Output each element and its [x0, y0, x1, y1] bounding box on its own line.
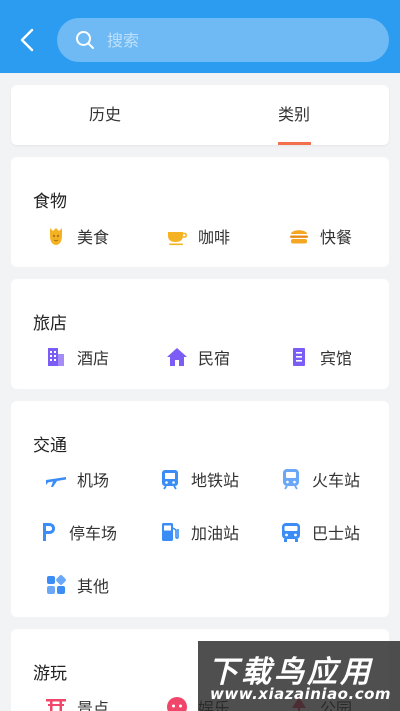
category-item-label: 酒店 [77, 349, 110, 368]
tab-category[interactable]: 类别 [254, 85, 334, 145]
burger-icon [288, 225, 310, 247]
category-card-lodging: 旅店 酒店 民宿 宾馆 [11, 279, 389, 389]
category-item-guesthouse[interactable]: 宾馆 [288, 344, 352, 370]
watermark-url: www.xiazainiao.com [210, 685, 392, 703]
category-title: 交通 [33, 436, 67, 456]
category-item-label: 火车站 [312, 471, 361, 490]
food-icon [45, 225, 67, 247]
category-item-label: 民宿 [198, 349, 231, 368]
other-icon [45, 574, 67, 596]
tab-category-label: 类别 [277, 105, 310, 124]
category-item-label: 地铁站 [191, 471, 240, 490]
category-item-airport[interactable]: 机场 [45, 466, 109, 492]
category-item-label: 美食 [77, 228, 110, 247]
parking-icon [37, 521, 59, 543]
category-title: 食物 [33, 192, 67, 212]
top-bar [0, 0, 400, 73]
category-item-parking[interactable]: 停车场 [37, 519, 117, 545]
scenic-spot-icon [45, 696, 67, 711]
category-item-train-station[interactable]: 火车站 [280, 466, 360, 492]
category-card-food: 食物 美食 咖啡 快餐 [11, 157, 389, 267]
category-item-label: 快餐 [320, 228, 353, 247]
entertainment-icon [166, 696, 188, 711]
search-bar[interactable] [57, 18, 389, 62]
house-icon [166, 346, 188, 368]
category-item-other[interactable]: 其他 [45, 572, 109, 598]
active-tab-indicator [278, 142, 311, 145]
category-item-label: 停车场 [69, 524, 118, 543]
tab-history-label: 历史 [88, 105, 121, 124]
search-icon [76, 31, 94, 49]
category-item-subway[interactable]: 地铁站 [159, 466, 239, 492]
category-title: 游玩 [33, 664, 67, 684]
bus-icon [280, 521, 302, 543]
tab-history[interactable]: 历史 [65, 85, 145, 145]
category-item-label: 宾馆 [320, 349, 353, 368]
category-item-hotel[interactable]: 酒店 [45, 344, 109, 370]
watermark: 下载鸟应用 www.xiazainiao.com [198, 641, 400, 711]
category-item-homestay[interactable]: 民宿 [166, 344, 230, 370]
category-title: 旅店 [33, 314, 67, 334]
back-button[interactable] [16, 26, 40, 54]
airplane-icon [45, 468, 67, 490]
category-item-label: 咖啡 [198, 228, 231, 247]
category-item-label: 其他 [77, 577, 110, 596]
category-item-fastfood[interactable]: 快餐 [288, 223, 352, 249]
category-item-scenic-spot[interactable]: 景点 [45, 694, 109, 711]
tab-bar: 历史 类别 [11, 85, 389, 145]
subway-icon [159, 468, 181, 490]
chevron-left-icon [20, 28, 34, 52]
coffee-icon [166, 225, 188, 247]
category-item-bus-station[interactable]: 巴士站 [280, 519, 360, 545]
hotel-icon [45, 346, 67, 368]
category-item-food[interactable]: 美食 [45, 223, 109, 249]
category-item-gas-station[interactable]: 加油站 [159, 519, 239, 545]
guesthouse-icon [288, 346, 310, 368]
category-item-label: 加油站 [191, 524, 240, 543]
category-item-label: 巴士站 [312, 524, 361, 543]
train-icon [280, 468, 302, 490]
category-card-transport: 交通 机场 地铁站 火车站 停车场 加油站 巴士站 其他 [11, 401, 389, 617]
search-input[interactable] [107, 26, 367, 54]
gas-station-icon [159, 521, 181, 543]
category-item-label: 机场 [77, 471, 110, 490]
category-item-label: 景点 [77, 699, 110, 711]
category-item-coffee[interactable]: 咖啡 [166, 223, 230, 249]
